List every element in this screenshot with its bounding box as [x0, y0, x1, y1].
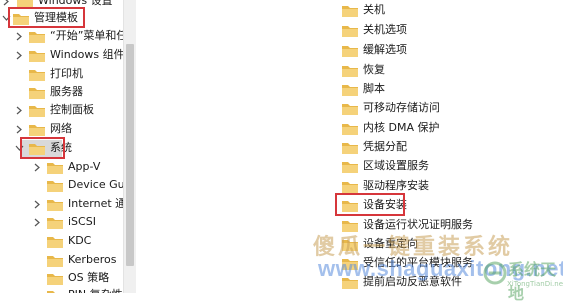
list-item-label: 可移动存储访问 — [363, 101, 440, 114]
tree-item-iscsi[interactable]: iSCSI — [33, 212, 96, 232]
folder-icon — [47, 254, 63, 267]
folder-icon — [47, 161, 63, 174]
tree-item-label: Kerberos — [68, 253, 117, 266]
list-item-credential-delegation[interactable]: 凭据分配 — [342, 137, 407, 157]
list-item-label: 恢复 — [363, 63, 385, 76]
folder-icon — [47, 235, 63, 248]
tree-item-printers[interactable]: 打印机 — [29, 64, 83, 84]
tree-item-label: KDC — [68, 234, 92, 247]
tree-item-windows-components[interactable]: Windows 组件 — [15, 45, 123, 65]
folder-icon — [342, 102, 358, 115]
folder-icon — [342, 141, 358, 154]
tree-item-control-panel[interactable]: 控制面板 — [15, 100, 94, 120]
tree-item-start-menu[interactable]: “开始”菜单和任 — [15, 26, 123, 46]
tree-item-label: Windows 组件 — [50, 48, 123, 61]
folder-icon — [342, 44, 358, 57]
chevron-right-icon[interactable] — [33, 218, 42, 227]
folder-icon — [29, 123, 45, 136]
navigation-tree: Windows 设置 管理模板 “开始”菜单和任 Windows 组件 打印机 … — [0, 0, 123, 293]
folder-icon — [29, 68, 45, 81]
tree-item-label: 网络 — [50, 122, 72, 135]
scrollbar-thumb[interactable] — [126, 44, 134, 266]
folder-icon — [29, 86, 45, 99]
folder-icon — [29, 104, 45, 117]
watermark-logo-icon — [483, 261, 507, 285]
chevron-right-icon[interactable] — [2, 0, 11, 6]
folder-icon — [342, 64, 358, 77]
watermark-logo-subtext: XiTongTianDi.net — [507, 280, 563, 288]
tree-item-label: PIN 复杂性 — [68, 285, 123, 293]
tree-item-internet-comm[interactable]: Internet 通 — [33, 194, 123, 214]
folder-icon — [47, 289, 63, 293]
tree-item-label: Device Gu — [68, 178, 123, 191]
list-item-label: 关机选项 — [363, 23, 407, 36]
folder-icon — [47, 198, 63, 211]
folder-icon — [47, 272, 63, 285]
list-item-label: 脚本 — [363, 82, 385, 95]
list-item-label: 关机 — [363, 3, 385, 16]
list-item-shutdown[interactable]: 关机 — [342, 0, 385, 20]
folder-icon — [29, 49, 45, 62]
highlight-box-device-installation — [335, 193, 405, 216]
chevron-right-icon[interactable] — [15, 32, 24, 41]
tree-item-label: App-V — [68, 160, 101, 173]
list-item-shutdown-options[interactable]: 关机选项 — [342, 20, 407, 40]
folder-icon — [342, 180, 358, 193]
list-item-label: 凭据分配 — [363, 140, 407, 153]
chevron-right-icon[interactable] — [33, 200, 42, 209]
folder-icon — [342, 24, 358, 37]
list-item-label: 内核 DMA 保护 — [363, 121, 440, 134]
tree-item-label: iSCSI — [68, 215, 96, 228]
list-item-scripts[interactable]: 脚本 — [342, 79, 385, 99]
tree-item-label: 打印机 — [50, 67, 83, 80]
tree-item-pin-complexity[interactable]: PIN 复杂性 — [47, 285, 123, 293]
list-item-kernel-dma[interactable]: 内核 DMA 保护 — [342, 118, 439, 138]
tree-item-kerberos[interactable]: Kerberos — [47, 250, 116, 270]
tree-item-device-guard[interactable]: Device Gu — [47, 175, 123, 195]
folder-icon — [47, 216, 63, 229]
chevron-right-icon[interactable] — [15, 125, 24, 134]
tree-item-label: Internet 通 — [68, 197, 123, 210]
list-item-label: 缓解选项 — [363, 43, 407, 56]
folder-icon — [342, 122, 358, 135]
tree-scrollbar[interactable] — [124, 0, 136, 293]
list-item-recovery[interactable]: 恢复 — [342, 60, 385, 80]
folder-icon — [342, 83, 358, 96]
tree-item-kdc[interactable]: KDC — [47, 231, 91, 251]
folder-icon — [342, 160, 358, 173]
tree-item-label: “开始”菜单和任 — [50, 29, 123, 42]
tree-item-label: 控制面板 — [50, 103, 94, 116]
chevron-right-icon[interactable] — [15, 106, 24, 115]
list-item-mitigation-options[interactable]: 缓解选项 — [342, 40, 407, 60]
highlight-box-admin-templates — [8, 7, 85, 28]
list-item-locale-services[interactable]: 区域设置服务 — [342, 156, 429, 176]
tree-item-server[interactable]: 服务器 — [29, 82, 83, 102]
tree-item-label: 服务器 — [50, 85, 83, 98]
folder-icon — [29, 30, 45, 43]
folder-icon — [342, 4, 358, 17]
tree-item-network[interactable]: 网络 — [15, 119, 72, 139]
folder-icon — [47, 179, 63, 192]
list-item-removable-storage[interactable]: 可移动存储访问 — [342, 98, 440, 118]
list-item-label: 区域设置服务 — [363, 159, 429, 172]
chevron-right-icon[interactable] — [15, 51, 24, 60]
highlight-box-system — [20, 137, 65, 159]
tree-item-app-v[interactable]: App-V — [33, 157, 100, 177]
chevron-right-icon[interactable] — [33, 163, 42, 172]
